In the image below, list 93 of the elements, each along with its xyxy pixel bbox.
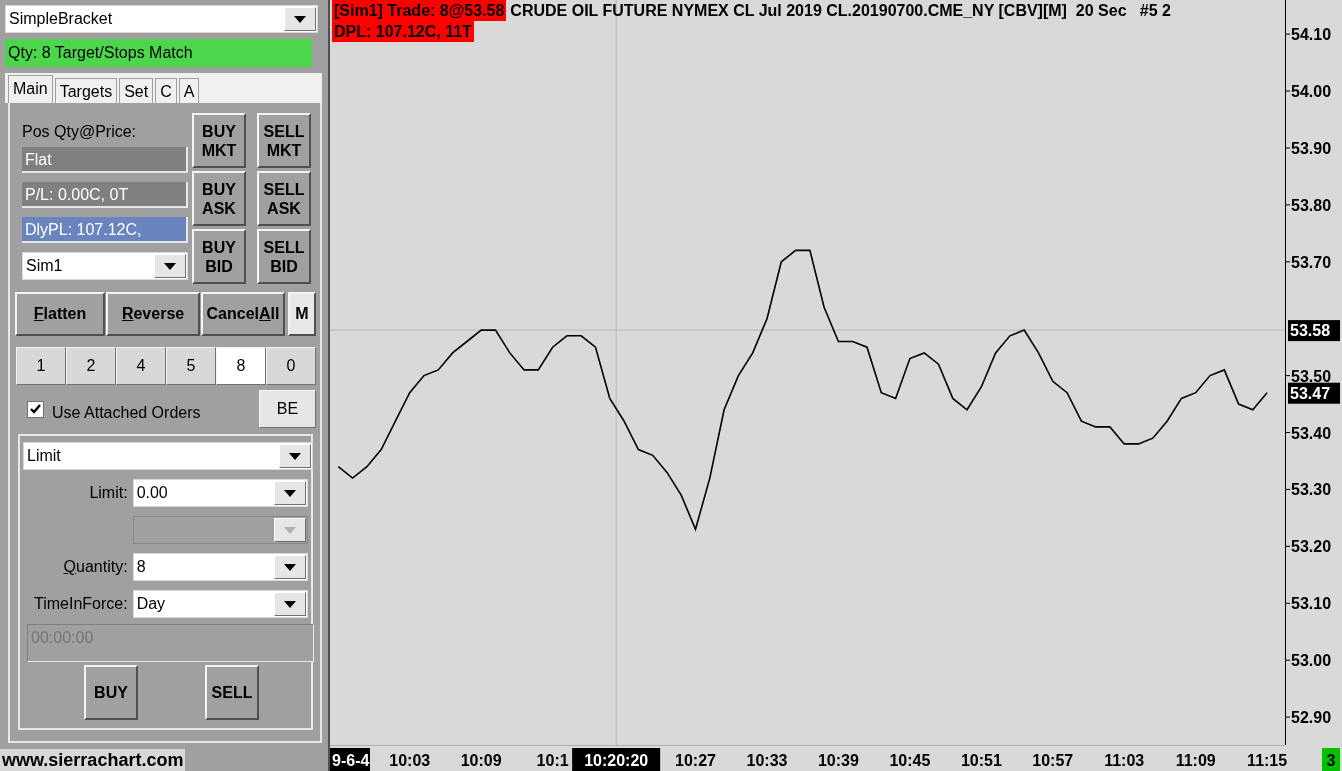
time-axis-label: 10:1 <box>536 752 569 769</box>
checkbox-label[interactable]: Use Attached Orders <box>52 401 259 425</box>
trade-info: [Sim1] Trade: 8@53.58 <box>332 0 507 21</box>
cursor-price-label: 53.58 <box>1288 320 1340 342</box>
time-axis-label: 10:57 <box>1032 752 1074 769</box>
caret-icon <box>284 489 296 497</box>
tick-mark <box>1284 33 1291 35</box>
daily-profit-loss: DPL: 107.12C, 11T <box>332 21 474 42</box>
price-axis-label: 53.80 <box>1291 196 1332 214</box>
price-axis-label: 53.40 <box>1291 424 1332 442</box>
field-select[interactable]: Day <box>132 590 308 618</box>
tick-mark <box>1284 147 1291 149</box>
caret-icon <box>294 15 306 23</box>
time-axis-label: 11:09 <box>1175 752 1216 769</box>
caret-icon <box>284 526 296 534</box>
tick-mark <box>1284 545 1291 547</box>
time-axis-label: 10:27 <box>675 752 716 769</box>
breakeven-button[interactable]: BE <box>259 390 316 428</box>
field-select[interactable]: 8 <box>132 553 308 581</box>
bar-count-badge: 3 <box>1322 748 1340 771</box>
position-label: Pos Qty@Price: <box>22 122 138 142</box>
mode-button[interactable]: M <box>288 292 316 336</box>
price-axis-label: 53.90 <box>1291 140 1332 157</box>
time-axis-label: 11:15 <box>1247 752 1288 769</box>
order-button[interactable]: BUY ASK <box>192 171 246 226</box>
status-message: Qty: 8 Target/Stops Match <box>5 39 312 67</box>
date-label: 9-6-4 <box>330 748 370 771</box>
price-axis-label: 53.50 <box>1291 367 1332 385</box>
action-button[interactable]: CancelAll <box>201 292 285 336</box>
tab[interactable]: C <box>155 78 177 103</box>
time-axis-label: 10:39 <box>818 752 859 769</box>
price-axis-label: 53.10 <box>1291 595 1332 613</box>
order-button[interactable]: SELL ASK <box>257 171 311 226</box>
quantity-button[interactable]: 2 <box>66 347 116 385</box>
submit-button[interactable]: SELL <box>205 665 259 720</box>
checkmark-icon <box>30 404 41 414</box>
tab[interactable]: A <box>178 78 200 103</box>
price-axis-label: 53.30 <box>1291 481 1332 499</box>
order-button[interactable]: SELL MKT <box>257 113 311 168</box>
daily-profit-loss-display: DlyPL: 107.12C, <box>22 217 188 243</box>
website-link[interactable]: www.sierrachart.com <box>0 749 186 771</box>
caret-icon <box>289 452 301 460</box>
time-axis-label: 10:09 <box>460 752 502 769</box>
cursor-time-label: 10:20:20 <box>572 748 661 771</box>
field-select[interactable]: 0.00 <box>132 479 308 507</box>
tick-mark <box>1284 602 1291 604</box>
tab[interactable]: Main <box>8 75 53 103</box>
chart-title: CRUDE OIL FUTURE NYMEX CL Jul 2019 CL.20190700.CME_NY [CBV][M] 20 Sec #5 2 <box>510 1 1171 21</box>
tick-mark <box>1284 488 1291 490</box>
tick-mark <box>1284 204 1291 206</box>
time-axis-label: 10:33 <box>746 752 788 769</box>
field-label: Limit: <box>88 483 129 503</box>
price-axis-label: 52.90 <box>1291 709 1332 727</box>
quantity-button[interactable]: 4 <box>116 347 166 385</box>
checkbox[interactable] <box>27 400 44 418</box>
time-axis-label: 10:51 <box>960 752 1002 769</box>
order-button[interactable]: BUY BID <box>192 229 246 284</box>
caret-icon <box>284 563 296 571</box>
quantity-button[interactable]: 5 <box>166 347 216 385</box>
last-price-label: 53.47 <box>1288 382 1340 404</box>
time-axis-label: 11:03 <box>1104 752 1145 769</box>
action-button[interactable]: Flatten <box>15 292 106 336</box>
tick-mark <box>1284 375 1291 377</box>
time-axis-label: 10:45 <box>889 752 931 769</box>
time-axis-label: 10:03 <box>389 752 431 769</box>
price-axis-label: 54.10 <box>1291 26 1332 44</box>
tick-mark <box>1284 659 1291 661</box>
price-axis-label: 53.20 <box>1291 538 1332 556</box>
tick-mark <box>1284 716 1291 718</box>
price-axis-label: 54.00 <box>1291 83 1332 101</box>
quantity-button[interactable]: 1 <box>16 347 66 385</box>
profit-loss-display: P/L: 0.00C, 0T <box>22 182 188 208</box>
caret-icon <box>164 262 176 270</box>
submit-button[interactable]: BUY <box>84 665 138 720</box>
quantity-button[interactable]: 8 <box>216 347 266 385</box>
account-select[interactable]: Sim1 <box>22 252 188 280</box>
order-button[interactable]: BUY MKT <box>192 113 246 168</box>
tick-mark <box>1284 261 1291 263</box>
order-type-select[interactable]: Limit <box>23 442 313 470</box>
caret-icon <box>284 600 296 608</box>
field-label: TimeInForce: <box>32 594 129 614</box>
quantity-button[interactable]: 0 <box>266 347 316 385</box>
tick-mark <box>1284 432 1291 434</box>
tick-mark <box>1284 90 1291 92</box>
position-value: Flat <box>22 147 188 173</box>
tab[interactable]: Set <box>119 78 154 103</box>
price-axis-label: 53.00 <box>1291 652 1332 670</box>
order-button[interactable]: SELL BID <box>257 229 311 284</box>
price-axis-label: 53.70 <box>1291 253 1332 271</box>
tab[interactable]: Targets <box>54 78 118 103</box>
field-label: Quantity: <box>62 557 129 577</box>
action-button[interactable]: Reverse <box>106 292 200 336</box>
strategy-select[interactable]: SimpleBracket <box>5 5 318 33</box>
